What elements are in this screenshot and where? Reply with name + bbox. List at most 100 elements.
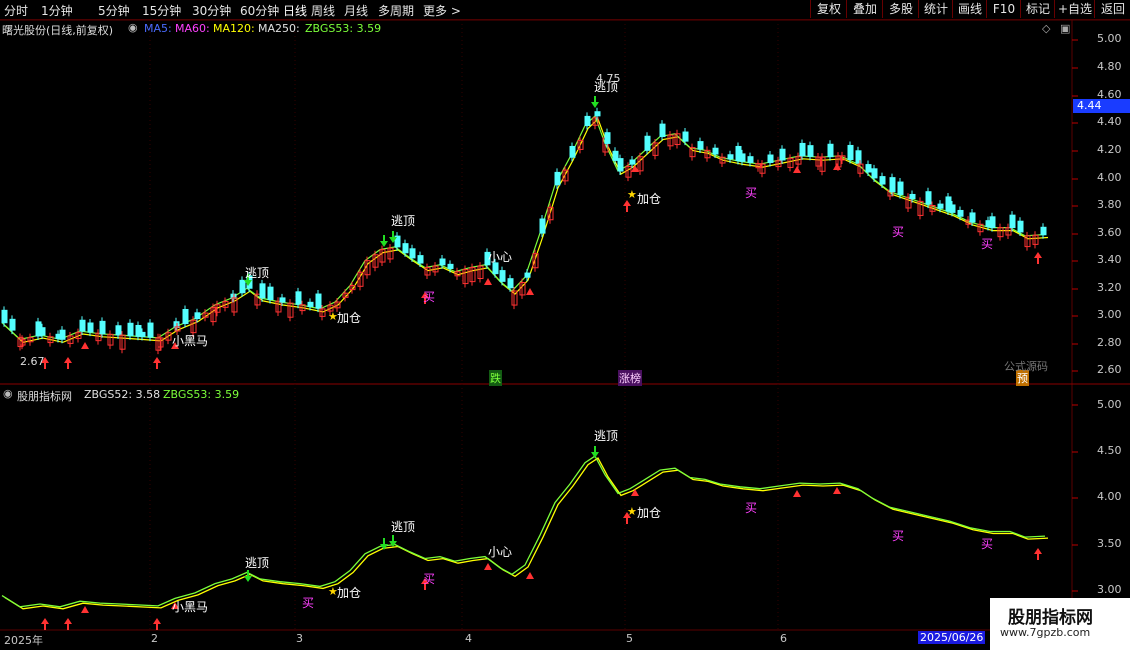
buy-sub-label: 买 (745, 501, 758, 515)
candle (1009, 214, 1016, 229)
x-tick: 6 (780, 632, 787, 645)
formula-source-overlay: 公式源码 (1004, 360, 1048, 373)
candle (594, 111, 601, 117)
candle (989, 216, 996, 229)
kline-chart[interactable]: ★★★★ (0, 0, 1130, 650)
buy-sub-label: 买 (423, 572, 436, 586)
x-tick: 5 (626, 632, 633, 645)
escape-top-label: 逃顶 (245, 266, 270, 280)
current-price-badge: 4.44 (1073, 99, 1130, 113)
escape-top-label: 逃顶 (594, 80, 619, 94)
candle (295, 291, 302, 305)
x-tick: 2 (151, 632, 158, 645)
candle (139, 331, 146, 338)
zbgs52-line (1, 455, 1046, 608)
dark-horse-label: 小黑马 (172, 334, 209, 348)
candle (644, 135, 651, 151)
ma120-legend: MA120: (213, 22, 255, 35)
ma250-legend: MA250: (258, 22, 300, 35)
candle (554, 171, 561, 186)
candle (604, 132, 611, 144)
candle (584, 115, 591, 127)
red-up-arrow (1034, 548, 1042, 560)
dark-horse-sub-label: 小黑马 (172, 600, 209, 614)
candle (1, 309, 8, 324)
red-triangle (81, 342, 89, 349)
candle (409, 248, 416, 259)
candle (315, 293, 322, 309)
candle (807, 145, 814, 157)
star-icon: ★ (627, 188, 637, 201)
red-triangle (81, 606, 89, 613)
buy-sub-label: 买 (981, 537, 994, 551)
candle (87, 322, 94, 333)
candle (267, 286, 274, 301)
x-tick: 2025年 (4, 634, 43, 647)
candle (871, 168, 878, 179)
red-triangle (484, 278, 492, 285)
candle (957, 209, 964, 217)
buy-label: 买 (892, 225, 905, 239)
square-icon[interactable]: ▣ (1060, 22, 1070, 35)
red-up-arrow (41, 618, 49, 630)
ma60-legend: MA60: (175, 22, 210, 35)
candle (539, 218, 546, 234)
drop-tag[interactable]: 跌 (489, 370, 502, 386)
candle (499, 270, 506, 282)
settings-circle-icon[interactable]: ◉ (128, 21, 138, 34)
red-triangle (631, 489, 639, 496)
candle (239, 279, 246, 294)
green-down-arrow (244, 570, 252, 582)
candle (925, 191, 932, 205)
candle (779, 148, 786, 161)
sub-tick: 5.00 (1097, 398, 1122, 411)
add-position-label: 加仓 (637, 192, 662, 206)
candle (727, 154, 734, 160)
buy-label: 买 (981, 237, 994, 251)
green-down-arrow (380, 235, 388, 247)
candle (59, 329, 66, 340)
red-up-arrow (153, 357, 161, 369)
candle (79, 319, 86, 332)
candle (617, 158, 624, 172)
candle (115, 325, 122, 336)
add-position-sub-label: 加仓 (337, 586, 362, 600)
escape-top-sub-label: 逃顶 (391, 520, 416, 534)
price-tick: 3.60 (1097, 226, 1122, 239)
x-tick: 3 (296, 632, 303, 645)
candle (507, 278, 514, 289)
candle (99, 320, 106, 335)
candle (1017, 220, 1024, 233)
red-up-arrow (64, 618, 72, 630)
candle (524, 272, 531, 278)
candle (747, 156, 754, 163)
candle (127, 322, 134, 337)
candle (659, 123, 666, 138)
rise-rank-tag[interactable]: 涨榜 (618, 370, 642, 386)
x-tick: 4 (465, 632, 472, 645)
candle (937, 203, 944, 209)
escape-top-sub-label: 逃顶 (245, 556, 270, 570)
candle (799, 142, 806, 157)
watermark-title: 股朋指标网 (1008, 608, 1093, 628)
price-tick: 5.00 (1097, 32, 1122, 45)
candle (949, 204, 956, 213)
low-price-label: 2.67 (20, 355, 45, 368)
price-tick: 4.20 (1097, 143, 1122, 156)
sub-tick: 3.50 (1097, 537, 1122, 550)
ma-green-line (1, 114, 1046, 340)
zbgs52-legend: ZBGS52: 3.58 (84, 388, 161, 401)
date-marker: 2025/06/26 (918, 631, 986, 644)
sub-tick: 4.50 (1097, 444, 1122, 457)
star-icon: ★ (627, 505, 637, 518)
green-down-arrow (591, 446, 599, 458)
buy-label: 买 (423, 290, 436, 304)
collapse-circle-icon[interactable]: ◉ (3, 387, 13, 400)
candle (969, 212, 976, 223)
red-up-arrow (153, 618, 161, 630)
caution-label: 小心 (488, 250, 513, 264)
candle (182, 308, 189, 325)
diamond-icon[interactable]: ◇ (1042, 22, 1050, 35)
sub-tick: 4.00 (1097, 490, 1122, 503)
price-tick: 4.00 (1097, 171, 1122, 184)
